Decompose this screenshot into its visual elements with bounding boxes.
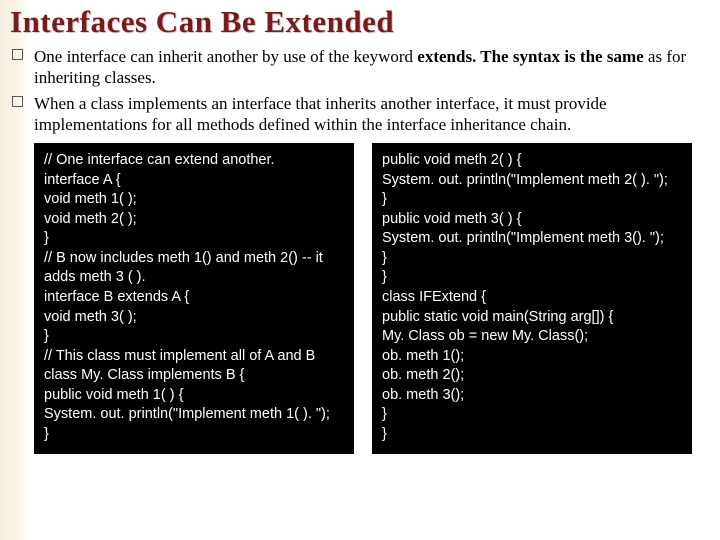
slide-content: Interfaces Can Be Extended One interface… bbox=[0, 0, 720, 464]
checkbox-icon bbox=[12, 49, 23, 60]
bullet-item: One interface can inherit another by use… bbox=[12, 46, 710, 89]
slide-title: Interfaces Can Be Extended bbox=[10, 4, 710, 40]
bullet-keyword: extends. The syntax is the same bbox=[417, 47, 643, 66]
code-row: // One interface can extend another. int… bbox=[10, 143, 710, 454]
bullet-item: When a class implements an interface tha… bbox=[12, 93, 710, 136]
bullet-list: One interface can inherit another by use… bbox=[12, 46, 710, 135]
bullet-text-pre: When a class implements an interface tha… bbox=[34, 94, 607, 134]
code-block-left: // One interface can extend another. int… bbox=[34, 143, 354, 454]
checkbox-icon bbox=[12, 96, 23, 107]
code-block-right: public void meth 2( ) { System. out. pri… bbox=[372, 143, 692, 454]
bullet-text-pre: One interface can inherit another by use… bbox=[34, 47, 417, 66]
